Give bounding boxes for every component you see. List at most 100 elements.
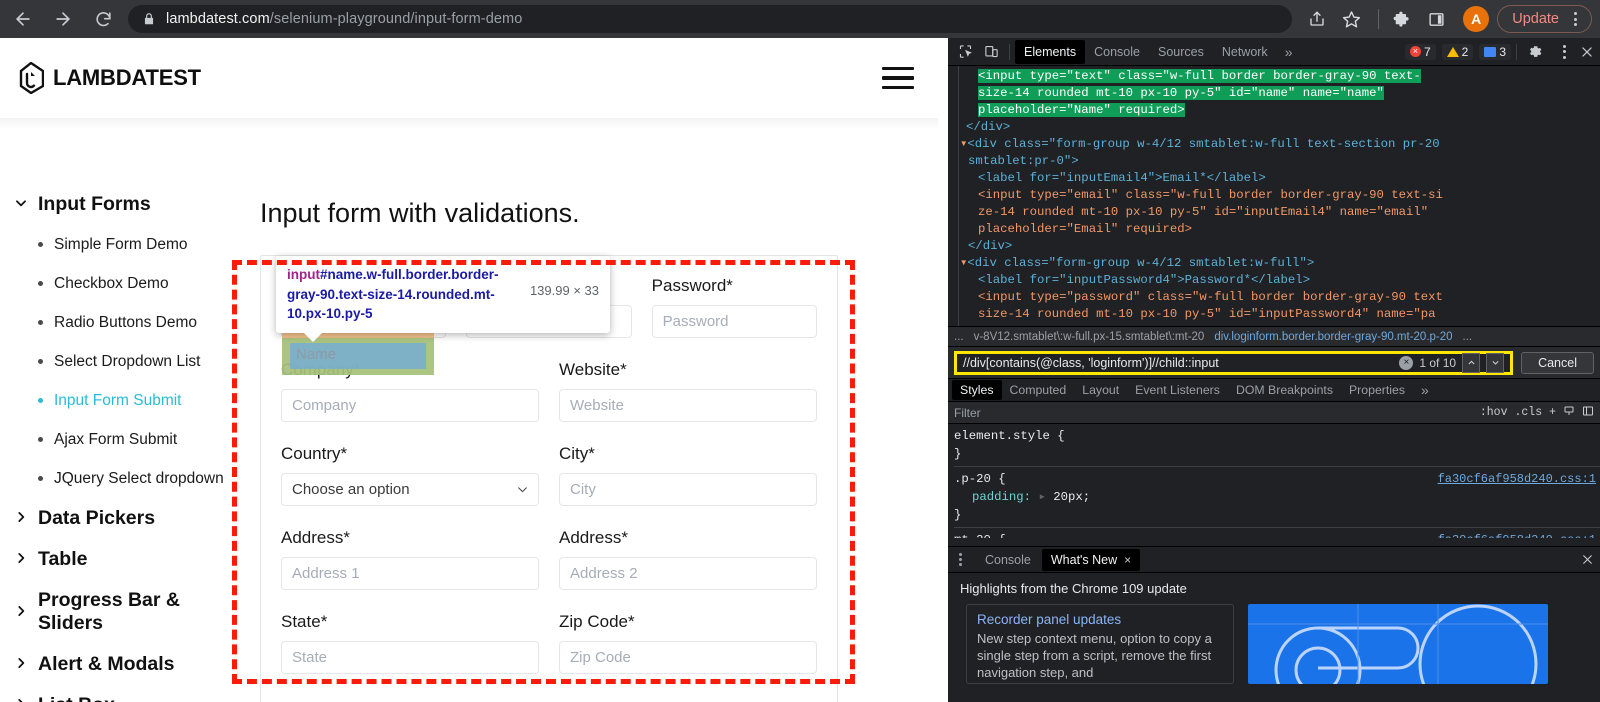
close-icon[interactable]: × [1124,549,1131,571]
dom-line-selected[interactable]: placeholder="Name" required> [978,102,1600,119]
side-panel-button[interactable] [1421,4,1451,34]
expander-icon[interactable]: ▸ [1038,490,1045,504]
sidebar-group-alert-modals[interactable]: Alert & Modals [0,644,250,685]
css-rule-element-style[interactable]: element.style { } [954,427,1600,463]
info-badge[interactable]: 3 [1479,43,1511,60]
breadcrumb-item[interactable]: ... [954,331,964,343]
password-input[interactable] [651,305,817,338]
forward-button[interactable] [46,2,80,36]
filter-input[interactable]: Filter [954,406,1473,420]
whats-new-card-title[interactable]: Recorder panel updates [977,612,1223,627]
dom-line[interactable]: smtablet:pr-0"> [948,153,1600,170]
css-rule-mt20[interactable]: mt-20 { fa30cf6af958d240.css:1 [954,527,1600,538]
dom-line[interactable]: <label for="inputEmail4">Email*</label> [948,170,1600,187]
devtools-settings-button[interactable] [1522,40,1548,64]
sidebar-group-data-pickers[interactable]: Data Pickers [0,498,250,539]
dom-line[interactable]: ze-14 rounded mt-10 px-10 py-5" id="inpu… [948,204,1600,221]
whats-new-card[interactable]: Recorder panel updates New step context … [966,604,1234,684]
three-dot-menu-icon[interactable] [1565,12,1585,26]
dom-line[interactable]: ▾<div class="form-group w-4/12 smtablet:… [948,136,1600,153]
reload-button[interactable] [86,2,120,36]
sidebar-item-select-dropdown-list[interactable]: Select Dropdown List [0,342,250,381]
profile-avatar[interactable]: A [1463,6,1490,32]
css-source-link[interactable]: fa30cf6af958d240.css:1 [1438,531,1596,538]
hamburger-menu-icon[interactable] [876,61,920,96]
country-select[interactable]: Choose an option [281,473,539,506]
tab-properties[interactable]: Properties [1341,380,1413,400]
sidebar-item-radio-buttons-demo[interactable]: Radio Buttons Demo [0,303,250,342]
address1-input[interactable] [281,557,539,590]
chevron-double-right-icon[interactable]: » [1413,382,1437,398]
drawer-close-button[interactable] [1574,548,1600,572]
cls-toggle[interactable]: .cls [1514,406,1542,419]
breadcrumb-item-selected[interactable]: div.loginform.border.border-gray-90.mt-2… [1214,331,1452,343]
sidebar-item-input-form-submit[interactable]: Input Form Submit [0,381,250,420]
dom-line[interactable]: ▾<div class="form-group w-4/12 smtablet:… [948,255,1600,272]
bookmark-button[interactable] [1336,4,1366,34]
dom-tree[interactable]: <input type="text" class="w-full border … [948,66,1600,326]
drawer-tab-whats-new[interactable]: What's New × [1041,548,1141,571]
tab-console[interactable]: Console [1085,40,1149,64]
devtools-menu-button[interactable] [1548,40,1574,64]
tab-event-listeners[interactable]: Event Listeners [1127,380,1228,400]
tab-elements[interactable]: Elements [1015,39,1086,64]
sidebar-item-simple-form-demo[interactable]: Simple Form Demo [0,225,250,264]
css-rule-p20[interactable]: .p-20 { fa30cf6af958d240.css:1 padding: … [954,466,1600,524]
plus-icon[interactable]: + [1549,406,1556,419]
sidebar-item-checkbox-demo[interactable]: Checkbox Demo [0,264,250,303]
dom-search-field[interactable]: × 1 of 10 [954,350,1514,375]
issue-badges[interactable]: × 7 2 3 [1404,43,1511,60]
tab-dom-breakpoints[interactable]: DOM Breakpoints [1228,380,1341,400]
drawer-tab-console[interactable]: Console [976,549,1040,571]
company-input[interactable] [281,389,539,422]
update-button[interactable]: Update [1497,5,1592,33]
back-button[interactable] [6,2,40,36]
tab-layout[interactable]: Layout [1074,380,1127,400]
sidebar-group-list-box[interactable]: List Box [0,685,250,702]
cancel-search-button[interactable]: Cancel [1521,351,1594,374]
address-bar[interactable]: lambdatest.com/selenium-playground/input… [128,5,1293,33]
city-input[interactable] [559,473,817,506]
dom-line[interactable]: <input type="password" class="w-full bor… [948,289,1600,306]
tab-network[interactable]: Network [1213,40,1277,64]
inspect-element-button[interactable] [952,40,978,64]
extensions-button[interactable] [1387,4,1417,34]
toggle-sidebar-icon[interactable] [1582,405,1594,420]
sidebar-item-ajax-form-submit[interactable]: Ajax Form Submit [0,420,250,459]
tab-sources[interactable]: Sources [1149,40,1213,64]
search-next-button[interactable] [1486,352,1505,373]
dom-line[interactable]: </div> [948,119,1600,136]
dom-line[interactable]: <label for="inputPassword4">Password*</l… [948,272,1600,289]
hov-toggle[interactable]: :hov [1480,406,1508,419]
tab-computed[interactable]: Computed [1002,380,1075,400]
warning-badge[interactable]: 2 [1441,43,1474,60]
dom-line[interactable]: placeholder="Email" required> [948,221,1600,238]
dom-line-selected[interactable]: size-14 rounded mt-10 px-10 py-5" id="na… [978,85,1600,102]
sidebar-group-input-forms[interactable]: Input Forms [0,184,250,225]
breadcrumb-item[interactable]: v-8V12.smtablet\:w-full.px-15.smtablet\:… [974,331,1205,343]
css-source-link[interactable]: fa30cf6af958d240.css:1 [1438,470,1596,488]
sidebar-group-progress-bar-sliders[interactable]: Progress Bar & Sliders [0,580,250,644]
site-logo[interactable]: LAMBDATEST [18,62,201,94]
address2-input[interactable] [559,557,817,590]
dom-line-selected[interactable]: <input type="text" class="w-full border … [978,68,1600,85]
dom-line[interactable]: <input type="email" class="w-full border… [948,187,1600,204]
search-input[interactable] [963,355,1400,370]
state-input[interactable] [281,641,539,674]
tab-styles[interactable]: Styles [952,380,1002,400]
devtools-close-button[interactable] [1574,40,1600,64]
dom-line[interactable]: size-14 rounded mt-10 px-10 py-5" id="in… [948,306,1600,323]
css-declaration[interactable]: padding: ▸ 20px; [954,488,1592,506]
dom-line[interactable]: </div> [948,238,1600,255]
breadcrumb-item[interactable]: ... [1463,331,1473,343]
clear-search-icon[interactable]: × [1399,355,1414,370]
chevron-double-right-icon[interactable]: » [1277,44,1301,60]
search-prev-button[interactable] [1462,352,1481,373]
website-input[interactable] [559,389,817,422]
devtools-resizer[interactable] [938,38,948,702]
new-style-rule-icon[interactable] [1563,405,1575,420]
error-badge[interactable]: × 7 [1404,43,1436,60]
sidebar-item-jquery-select-dropdown[interactable]: JQuery Select dropdown [0,459,250,498]
zip-input[interactable] [559,641,817,674]
device-toolbar-button[interactable] [978,40,1004,64]
